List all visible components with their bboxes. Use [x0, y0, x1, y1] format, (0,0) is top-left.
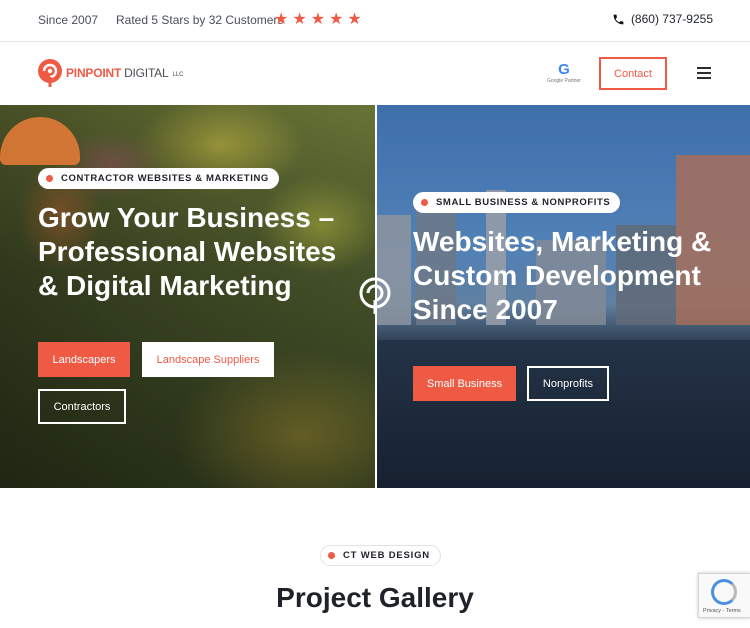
- phone-link[interactable]: (860) 737-9255: [612, 12, 713, 26]
- landscape-suppliers-button[interactable]: Landscape Suppliers: [142, 342, 274, 377]
- rating-stars: ★ ★ ★ ★ ★: [274, 11, 362, 29]
- hero-right-content: SMALL BUSINESS & NONPROFITS Websites, Ma…: [413, 192, 733, 327]
- hero-right-title: Websites, Marketing & Custom Development…: [413, 226, 712, 325]
- small-business-button[interactable]: Small Business: [413, 366, 516, 401]
- star-icon: ★: [292, 11, 307, 28]
- pinpoint-logo-icon: [38, 59, 62, 87]
- site-header: PINPOINT DIGITAL LLC G Google Partner Cont…: [0, 42, 750, 105]
- dot-icon: [46, 175, 53, 182]
- nonprofits-button[interactable]: Nonprofits: [527, 366, 609, 401]
- google-partner-label: Google Partner: [547, 78, 581, 84]
- google-partner-badge: G Google Partner: [545, 62, 583, 85]
- logo-brand-part2: DIGITAL: [124, 66, 169, 80]
- hamburger-icon[interactable]: [697, 67, 711, 79]
- phone-number: (860) 737-9255: [630, 12, 713, 26]
- landscapers-button[interactable]: Landscapers: [38, 342, 130, 377]
- badge-label: SMALL BUSINESS & NONPROFITS: [436, 197, 611, 208]
- badge-label: CONTRACTOR WEBSITES & MARKETING: [61, 173, 269, 184]
- dot-icon: [328, 552, 335, 559]
- dot-icon: [421, 199, 428, 206]
- star-icon: ★: [329, 11, 344, 28]
- hero: CONTRACTOR WEBSITES & MARKETING Grow You…: [0, 105, 750, 488]
- recaptcha-badge[interactable]: Privacy - Terms: [698, 573, 750, 618]
- contact-button[interactable]: Contact: [599, 57, 667, 90]
- badge-label: CT WEB DESIGN: [343, 550, 430, 561]
- logo-brand-part1: PINPOINT: [66, 66, 122, 80]
- hero-left-title: Grow Your Business – Professional Websit…: [38, 202, 337, 301]
- star-icon: ★: [274, 11, 289, 28]
- site-logo[interactable]: PINPOINT DIGITAL LLC: [37, 58, 183, 88]
- logo-suffix: LLC: [172, 72, 184, 78]
- google-icon: G: [558, 61, 570, 78]
- small-business-badge: SMALL BUSINESS & NONPROFITS: [413, 192, 621, 213]
- phone-icon: [613, 14, 624, 24]
- star-icon: ★: [347, 11, 362, 28]
- recaptcha-icon: [711, 579, 737, 605]
- hero-left-content: CONTRACTOR WEBSITES & MARKETING Grow You…: [38, 168, 358, 303]
- ct-web-design-badge: CT WEB DESIGN: [320, 545, 441, 566]
- recaptcha-links[interactable]: Privacy - Terms: [703, 608, 741, 614]
- contractor-badge: CONTRACTOR WEBSITES & MARKETING: [38, 168, 279, 189]
- star-icon: ★: [310, 11, 326, 28]
- rating-text: Rated 5 Stars by 32 Customers: [116, 13, 284, 27]
- contractors-button[interactable]: Contractors: [38, 389, 126, 424]
- since-text: Since 2007: [38, 13, 99, 27]
- top-bar: Since 2007 Rated 5 Stars by 32 Customers…: [0, 0, 750, 42]
- section-title: Project Gallery: [276, 582, 474, 613]
- pinpoint-logo-icon: [359, 277, 391, 314]
